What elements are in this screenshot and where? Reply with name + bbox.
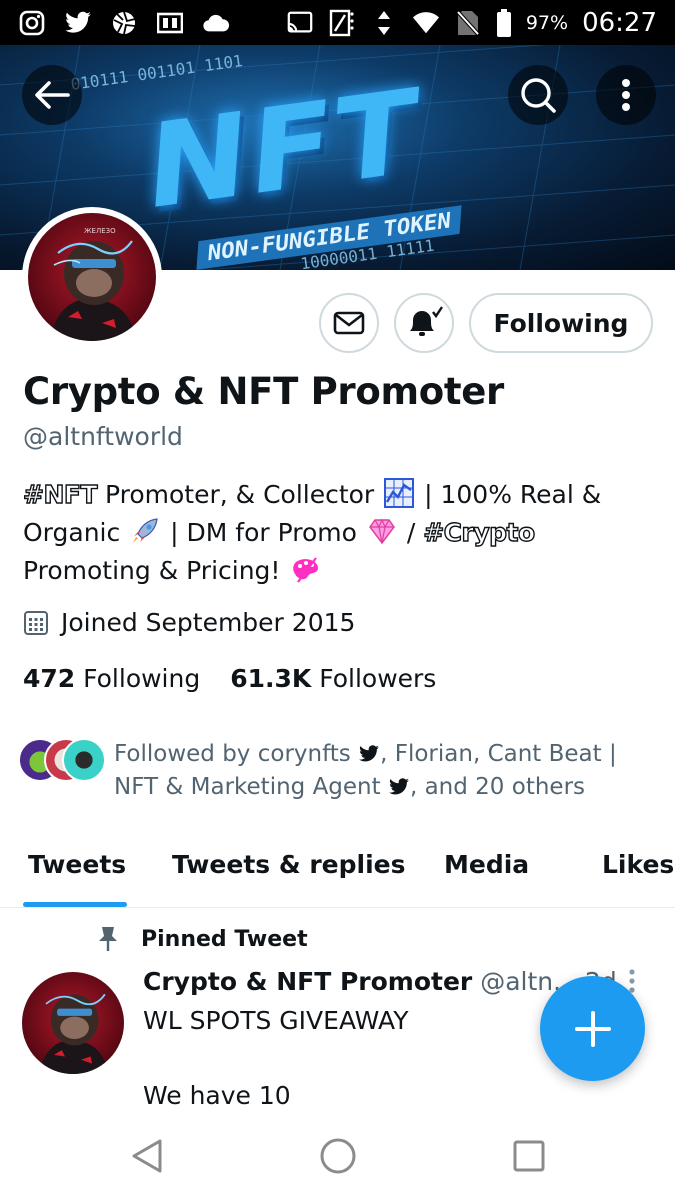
- bio-text-3: | DM for Promo: [162, 518, 365, 547]
- system-recents-button[interactable]: [507, 1134, 551, 1178]
- bio-text-1: Promoter, & Collector: [97, 480, 383, 509]
- battery-icon: [496, 8, 512, 37]
- followed-by-avatars: [18, 738, 110, 794]
- envelope-icon: [333, 311, 365, 335]
- notifications-button[interactable]: [394, 293, 454, 353]
- hashtag-crypto-link[interactable]: #Crypto: [423, 517, 536, 547]
- followed-by[interactable]: Followed by corynfts , Florian, Cant Bea…: [18, 738, 658, 804]
- instagram-icon: [18, 9, 46, 37]
- following-button[interactable]: Following: [469, 293, 653, 353]
- chart-emoji-icon: [384, 478, 415, 508]
- tweet-text-line-1: WL SPOTS GIVEAWAY: [143, 1006, 409, 1035]
- nfc-icon: [328, 9, 356, 37]
- joined-text: Joined September 2015: [61, 608, 356, 637]
- followed-by-part3: , and 20 others: [409, 774, 586, 800]
- back-button[interactable]: [22, 65, 82, 125]
- tab-likes[interactable]: Likes: [602, 850, 674, 879]
- rocket-emoji-icon: [130, 516, 160, 546]
- plus-icon: [574, 1010, 611, 1047]
- follow-stats: 472 Following 61.3K Followers: [23, 664, 436, 693]
- search-icon: [521, 78, 556, 113]
- tweet-author-name[interactable]: Crypto & NFT Promoter: [143, 967, 472, 996]
- tab-tweets-and-replies[interactable]: Tweets & replies: [172, 850, 406, 879]
- search-button[interactable]: [508, 65, 568, 125]
- ape-avatar-image: ЖЕЛЕЗО: [28, 213, 156, 341]
- system-nav-bar: [0, 1112, 675, 1200]
- svg-text:ЖЕЛЕЗО: ЖЕЛЕЗО: [84, 227, 116, 235]
- cloud-icon: [202, 9, 230, 37]
- bell-check-icon: [410, 306, 443, 336]
- tweet-author-avatar[interactable]: [22, 972, 124, 1074]
- following-count: 472: [23, 664, 76, 693]
- tab-tweets[interactable]: Tweets: [28, 850, 126, 879]
- square-recents-icon: [513, 1140, 545, 1172]
- data-arrows-icon: [370, 9, 398, 37]
- aperture-icon: [110, 9, 138, 37]
- followers-label: Followers: [319, 664, 437, 693]
- followed-by-text: Followed by corynfts , Florian, Cant Bea…: [114, 738, 658, 804]
- pinned-tweet-text: Pinned Tweet: [141, 926, 308, 952]
- system-back-button[interactable]: [125, 1134, 169, 1178]
- profile-avatar[interactable]: ЖЕЛЕЗО: [22, 207, 162, 347]
- ape-avatar-image: [22, 972, 124, 1074]
- system-home-button[interactable]: [316, 1134, 360, 1178]
- following-link[interactable]: 472 Following: [23, 664, 200, 693]
- more-vertical-icon: [622, 79, 630, 111]
- flipboard-icon: [156, 9, 184, 37]
- more-options-button[interactable]: [596, 65, 656, 125]
- follower-avatar: [62, 738, 106, 782]
- twitter-icon: [64, 9, 92, 37]
- status-bar: 97% 06:27: [0, 0, 675, 45]
- tab-media[interactable]: Media: [444, 850, 529, 879]
- back-arrow-icon: [35, 81, 70, 109]
- following-label: Following: [83, 664, 201, 693]
- wifi-icon: [412, 9, 440, 37]
- followed-by-part1: Followed by corynfts: [114, 741, 351, 767]
- joined-date: Joined September 2015: [23, 608, 355, 637]
- circle-home-icon: [320, 1138, 356, 1174]
- pinned-label: Pinned Tweet: [97, 926, 308, 952]
- no-sim-icon: [454, 9, 482, 37]
- clock: 06:27: [582, 7, 657, 38]
- active-tab-indicator: [23, 902, 127, 907]
- compose-tweet-button[interactable]: [540, 976, 645, 1081]
- battery-percent: 97%: [525, 11, 569, 34]
- bio-text-4: /: [398, 518, 424, 547]
- twitter-icon: [359, 745, 380, 762]
- profile-name: Crypto & NFT Promoter: [23, 370, 504, 413]
- gem-emoji-icon: [367, 516, 397, 546]
- tweet-header: Crypto & NFT Promoter @altn...: [143, 967, 577, 996]
- cast-icon: [286, 9, 314, 37]
- calendar-icon: [24, 610, 48, 635]
- twitter-icon: [389, 778, 409, 795]
- profile-tabs: Tweets Tweets & replies Media Likes: [0, 838, 675, 908]
- triangle-back-icon: [132, 1139, 162, 1173]
- tweet-text-line-2: We have 10: [143, 1081, 291, 1110]
- bio-text-5: Promoting & Pricing!: [23, 556, 289, 585]
- profile-handle: @altnftworld: [23, 422, 183, 451]
- pin-icon: [99, 927, 117, 951]
- palette-emoji-icon: [290, 554, 320, 584]
- followers-count: 61.3K: [230, 664, 312, 693]
- followers-link[interactable]: 61.3K Followers: [230, 664, 436, 693]
- profile-bio: #NFT Promoter, & Collector | 100% Real &…: [22, 476, 653, 590]
- message-button[interactable]: [319, 293, 379, 353]
- hashtag-nft-link[interactable]: #NFT: [22, 479, 98, 509]
